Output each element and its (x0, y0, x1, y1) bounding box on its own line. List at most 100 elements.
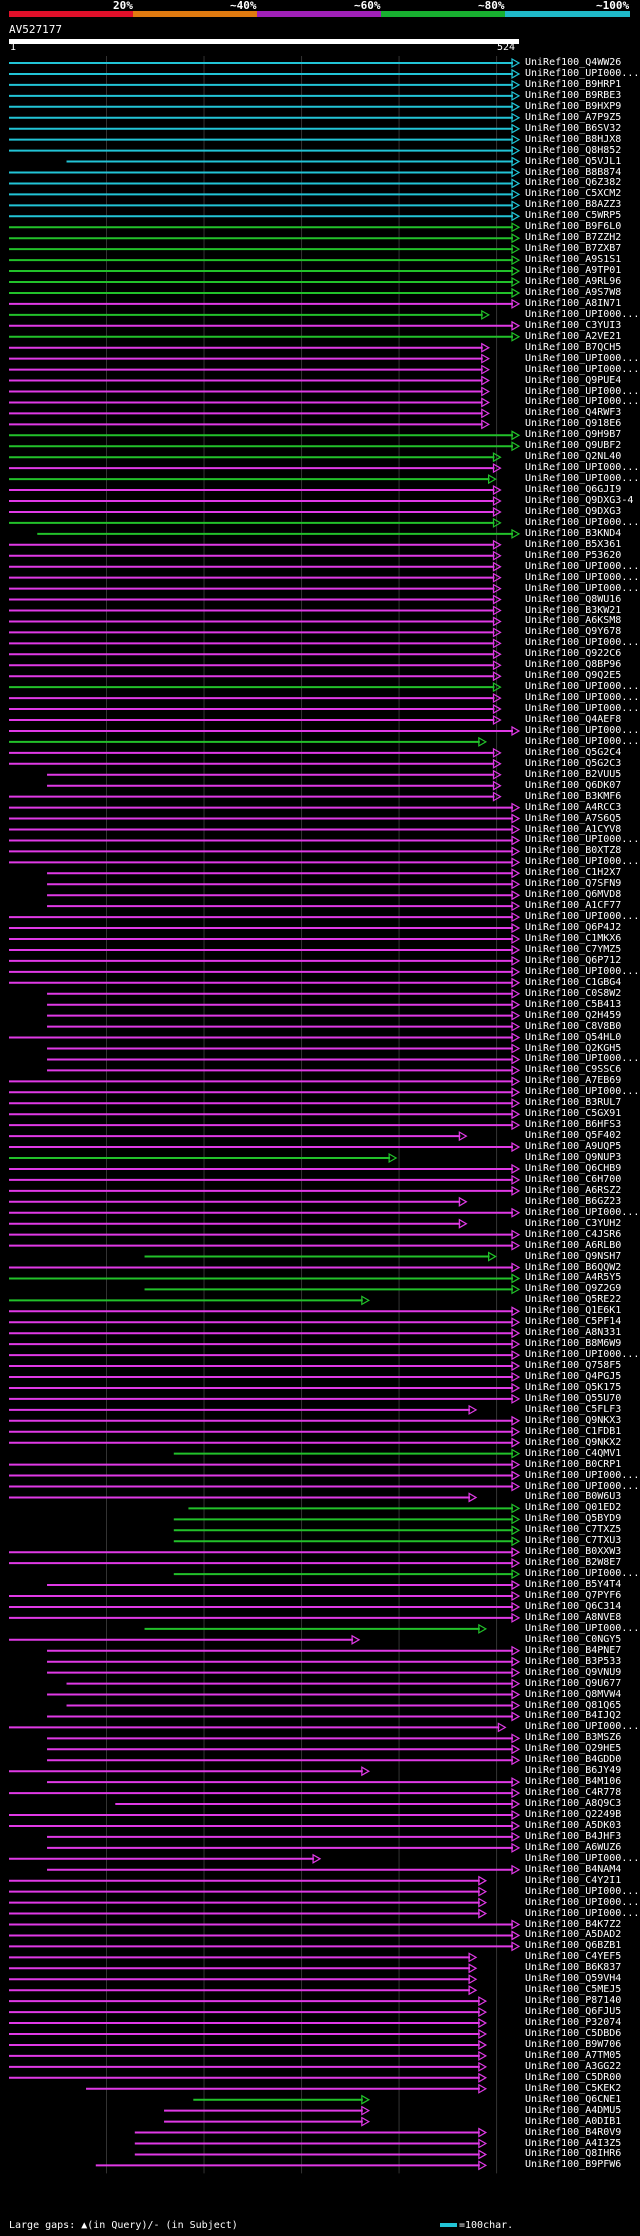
alignment-bar[interactable] (47, 890, 521, 901)
alignment-bar[interactable] (144, 1284, 521, 1295)
hit-link[interactable]: UniRef100_Q5G2C3 (525, 758, 621, 769)
alignment-bar[interactable] (9, 145, 521, 156)
alignment-bar[interactable] (9, 933, 521, 945)
alignment-bar[interactable] (9, 1262, 521, 1273)
hit-link[interactable]: UniRef100_UPI000... (525, 1349, 639, 1360)
alignment-bar[interactable] (9, 1601, 521, 1612)
hit-link[interactable]: UniRef100_UPI000... (525, 572, 639, 583)
hit-link[interactable]: UniRef100_A9S1S1 (525, 254, 621, 265)
hit-link[interactable]: UniRef100_Q8MVW4 (525, 1689, 621, 1700)
hit-link[interactable]: UniRef100_A3GG22 (525, 2061, 621, 2072)
hit-link[interactable]: UniRef100_Q5K175 (525, 1382, 621, 1393)
alignment-bar[interactable] (9, 2050, 488, 2061)
hit-link[interactable]: UniRef100_UPI000... (525, 966, 639, 977)
alignment-bar[interactable] (9, 266, 521, 277)
alignment-bar[interactable] (9, 1174, 521, 1185)
alignment-bar[interactable] (9, 550, 502, 561)
hit-link[interactable]: UniRef100_Q4AEF8 (525, 714, 621, 725)
alignment-bar[interactable] (9, 1163, 521, 1174)
hit-link[interactable]: UniRef100_UPI000... (525, 1853, 639, 1864)
hit-link[interactable]: UniRef100_Q9NUP3 (525, 1152, 621, 1163)
alignment-bar[interactable] (9, 298, 521, 309)
alignment-bar[interactable] (66, 156, 521, 167)
hit-link[interactable]: UniRef100_C6H700 (525, 1174, 621, 1185)
hit-link[interactable]: UniRef100_B8HJX8 (525, 134, 621, 145)
hit-link[interactable]: UniRef100_Q9NKX3 (525, 1415, 621, 1426)
hit-link[interactable]: UniRef100_B9F6L0 (525, 221, 621, 232)
hit-link[interactable]: UniRef100_B4PNE7 (525, 1645, 621, 1656)
alignment-bar[interactable] (9, 1350, 521, 1361)
alignment-bar[interactable] (173, 1569, 521, 1580)
hit-link[interactable]: UniRef100_UPI000... (525, 1623, 639, 1634)
alignment-bar[interactable] (9, 747, 502, 758)
hit-link[interactable]: UniRef100_B0XTZ8 (525, 845, 621, 856)
alignment-bar[interactable] (9, 1207, 521, 1218)
hit-link[interactable]: UniRef100_A1CF77 (525, 900, 621, 911)
alignment-bar[interactable] (47, 868, 521, 879)
alignment-bar[interactable] (9, 539, 502, 550)
alignment-bar[interactable] (9, 1142, 521, 1153)
hit-link[interactable]: UniRef100_Q7PYF6 (525, 1590, 621, 1601)
hit-link[interactable]: UniRef100_B8AZZ3 (525, 199, 621, 210)
alignment-bar[interactable] (9, 1974, 478, 1985)
hit-link[interactable]: UniRef100_C5MEJ5 (525, 1984, 621, 1995)
hit-link[interactable]: UniRef100_Q8H852 (525, 145, 621, 156)
hit-link[interactable]: UniRef100_Q9U677 (525, 1678, 621, 1689)
alignment-bar[interactable] (115, 1799, 521, 1810)
hit-link[interactable]: UniRef100_B7QCH5 (525, 342, 621, 353)
alignment-bar[interactable] (9, 802, 521, 813)
hit-link[interactable]: UniRef100_B4JHF3 (525, 1831, 621, 1842)
alignment-bar[interactable] (9, 1481, 521, 1492)
hit-link[interactable]: UniRef100_P32074 (525, 2017, 621, 2028)
alignment-bar[interactable] (9, 583, 502, 594)
hit-link[interactable]: UniRef100_UPI000... (525, 68, 639, 79)
hit-link[interactable]: UniRef100_UPI000... (525, 725, 639, 736)
alignment-bar[interactable] (9, 1722, 507, 1733)
hit-link[interactable]: UniRef100_Q6P4J2 (525, 922, 621, 933)
alignment-bar[interactable] (9, 561, 502, 572)
hit-link[interactable]: UniRef100_B6JY49 (525, 1765, 621, 1776)
alignment-bar[interactable] (9, 1032, 521, 1043)
alignment-bar[interactable] (9, 966, 521, 977)
alignment-bar[interactable] (173, 1514, 521, 1525)
hit-link[interactable]: UniRef100_Q4RWF3 (525, 407, 621, 418)
alignment-bar[interactable] (9, 1963, 478, 1974)
alignment-bar[interactable] (9, 1087, 521, 1098)
hit-link[interactable]: UniRef100_Q9H9B7 (525, 429, 621, 440)
hit-link[interactable]: UniRef100_B4NAM4 (525, 1864, 621, 1875)
alignment-bar[interactable] (47, 1744, 521, 1755)
hit-link[interactable]: UniRef100_A9UQP5 (525, 1141, 621, 1152)
alignment-bar[interactable] (9, 495, 502, 507)
alignment-bar[interactable] (9, 1339, 521, 1350)
hit-link[interactable]: UniRef100_B4K7Z2 (525, 1919, 621, 1930)
alignment-bar[interactable] (173, 1536, 521, 1547)
hit-link[interactable]: UniRef100_UPI000... (525, 473, 639, 484)
alignment-bar[interactable] (47, 769, 502, 780)
hit-link[interactable]: UniRef100_Q6CHB9 (525, 1163, 621, 1174)
alignment-bar[interactable] (9, 1766, 371, 1777)
alignment-bar[interactable] (47, 1831, 521, 1842)
alignment-bar[interactable] (9, 375, 490, 386)
alignment-bar[interactable] (9, 1185, 521, 1196)
alignment-bar[interactable] (9, 572, 502, 583)
alignment-bar[interactable] (47, 988, 521, 999)
hit-link[interactable]: UniRef100_A6WUZ6 (525, 1842, 621, 1853)
alignment-bar[interactable] (9, 627, 502, 638)
alignment-bar[interactable] (9, 222, 521, 233)
alignment-bar[interactable] (37, 528, 521, 539)
alignment-bar[interactable] (9, 1404, 478, 1415)
alignment-bar[interactable] (47, 999, 521, 1010)
alignment-bar[interactable] (9, 1853, 322, 1864)
hit-link[interactable]: UniRef100_B4GDD0 (525, 1754, 621, 1765)
alignment-bar[interactable] (47, 1733, 521, 1744)
hit-link[interactable]: UniRef100_B6SV32 (525, 123, 621, 134)
alignment-bar[interactable] (9, 671, 502, 682)
alignment-bar[interactable] (9, 1634, 361, 1645)
hit-link[interactable]: UniRef100_C5PF14 (525, 1316, 621, 1327)
hit-link[interactable]: UniRef100_B3KW21 (525, 605, 621, 616)
alignment-bar[interactable] (9, 276, 521, 288)
alignment-bar[interactable] (9, 68, 521, 79)
hit-link[interactable]: UniRef100_A8NVE8 (525, 1612, 621, 1623)
hit-link[interactable]: UniRef100_A5DK03 (525, 1820, 621, 1831)
alignment-bar[interactable] (9, 1109, 521, 1120)
